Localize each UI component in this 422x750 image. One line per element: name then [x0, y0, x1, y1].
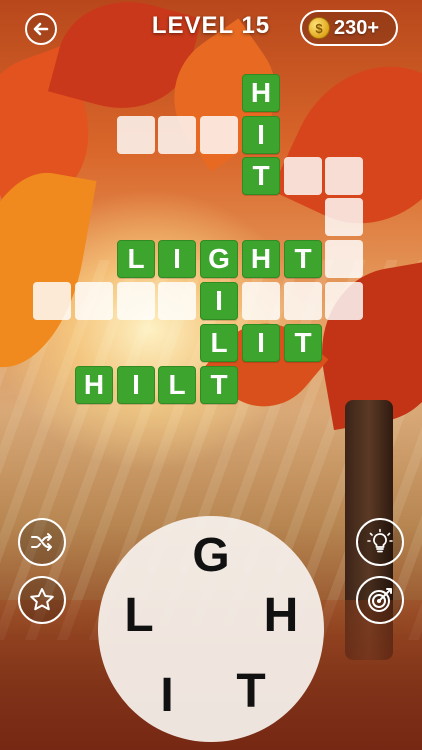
tile-filled: T	[284, 324, 322, 362]
wheel-letter-l[interactable]: L	[114, 588, 164, 643]
tile-empty	[325, 198, 363, 236]
tile-filled: I	[242, 324, 280, 362]
tile-filled: G	[200, 240, 238, 278]
tile-filled: L	[158, 366, 196, 404]
tile-filled: I	[117, 366, 155, 404]
shuffle-button[interactable]	[18, 518, 66, 566]
wheel-letter-g[interactable]: G	[186, 528, 236, 583]
tile-filled: L	[117, 240, 155, 278]
tile-empty	[284, 282, 322, 320]
tile-filled: I	[242, 116, 280, 154]
tile-empty	[117, 116, 155, 154]
tile-empty	[284, 157, 322, 195]
tile-empty	[75, 282, 113, 320]
tile-empty	[158, 282, 196, 320]
hint-button[interactable]	[356, 518, 404, 566]
tile-filled: H	[75, 366, 113, 404]
tile-filled: T	[242, 157, 280, 195]
wheel-letter-i[interactable]: I	[142, 668, 192, 723]
tile-empty	[325, 157, 363, 195]
tile-filled: H	[242, 240, 280, 278]
tile-filled: H	[242, 74, 280, 112]
tile-filled: L	[200, 324, 238, 362]
tile-empty	[325, 282, 363, 320]
tile-empty	[242, 282, 280, 320]
tile-filled: T	[284, 240, 322, 278]
tile-empty	[33, 282, 71, 320]
tile-empty	[200, 116, 238, 154]
crossword-grid: H I T L I G H T I L I T H I L T	[0, 0, 422, 420]
target-button[interactable]	[356, 576, 404, 624]
star-icon	[30, 588, 54, 611]
lightbulb-icon	[367, 528, 393, 553]
tile-empty	[158, 116, 196, 154]
tile-filled: T	[200, 366, 238, 404]
tile-filled: I	[200, 282, 238, 320]
letter-wheel[interactable]: G L H I T	[98, 516, 324, 742]
favorite-button[interactable]	[18, 576, 66, 624]
wheel-letter-h[interactable]: H	[256, 588, 306, 643]
tile-filled: I	[158, 240, 196, 278]
target-icon	[368, 588, 392, 612]
tile-empty	[117, 282, 155, 320]
shuffle-icon	[31, 533, 52, 551]
tile-empty	[325, 240, 363, 278]
wheel-letter-t[interactable]: T	[226, 664, 276, 719]
